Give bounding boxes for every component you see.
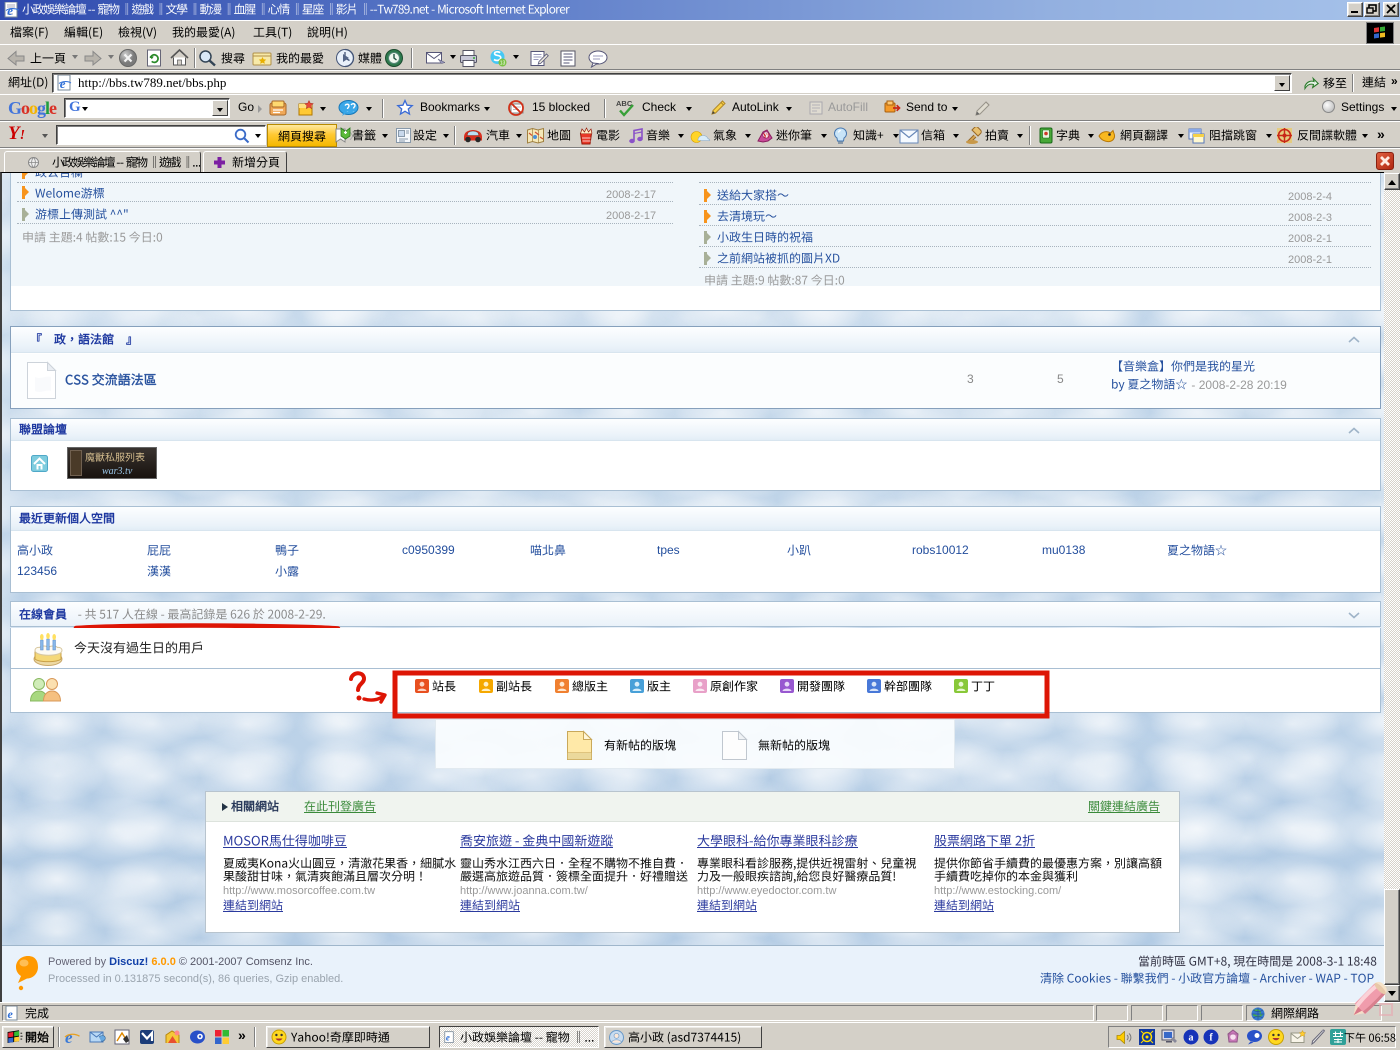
svg-text:13: 13 bbox=[500, 61, 506, 67]
svg-text:e: e bbox=[60, 76, 66, 91]
svg-text:e: e bbox=[446, 1032, 450, 1042]
svg-text:e: e bbox=[7, 3, 13, 18]
svg-text:a: a bbox=[1189, 1033, 1194, 1044]
svg-text:Y!: Y! bbox=[763, 134, 769, 140]
svg-text:e: e bbox=[65, 1029, 73, 1045]
svg-text:e: e bbox=[8, 1007, 14, 1021]
